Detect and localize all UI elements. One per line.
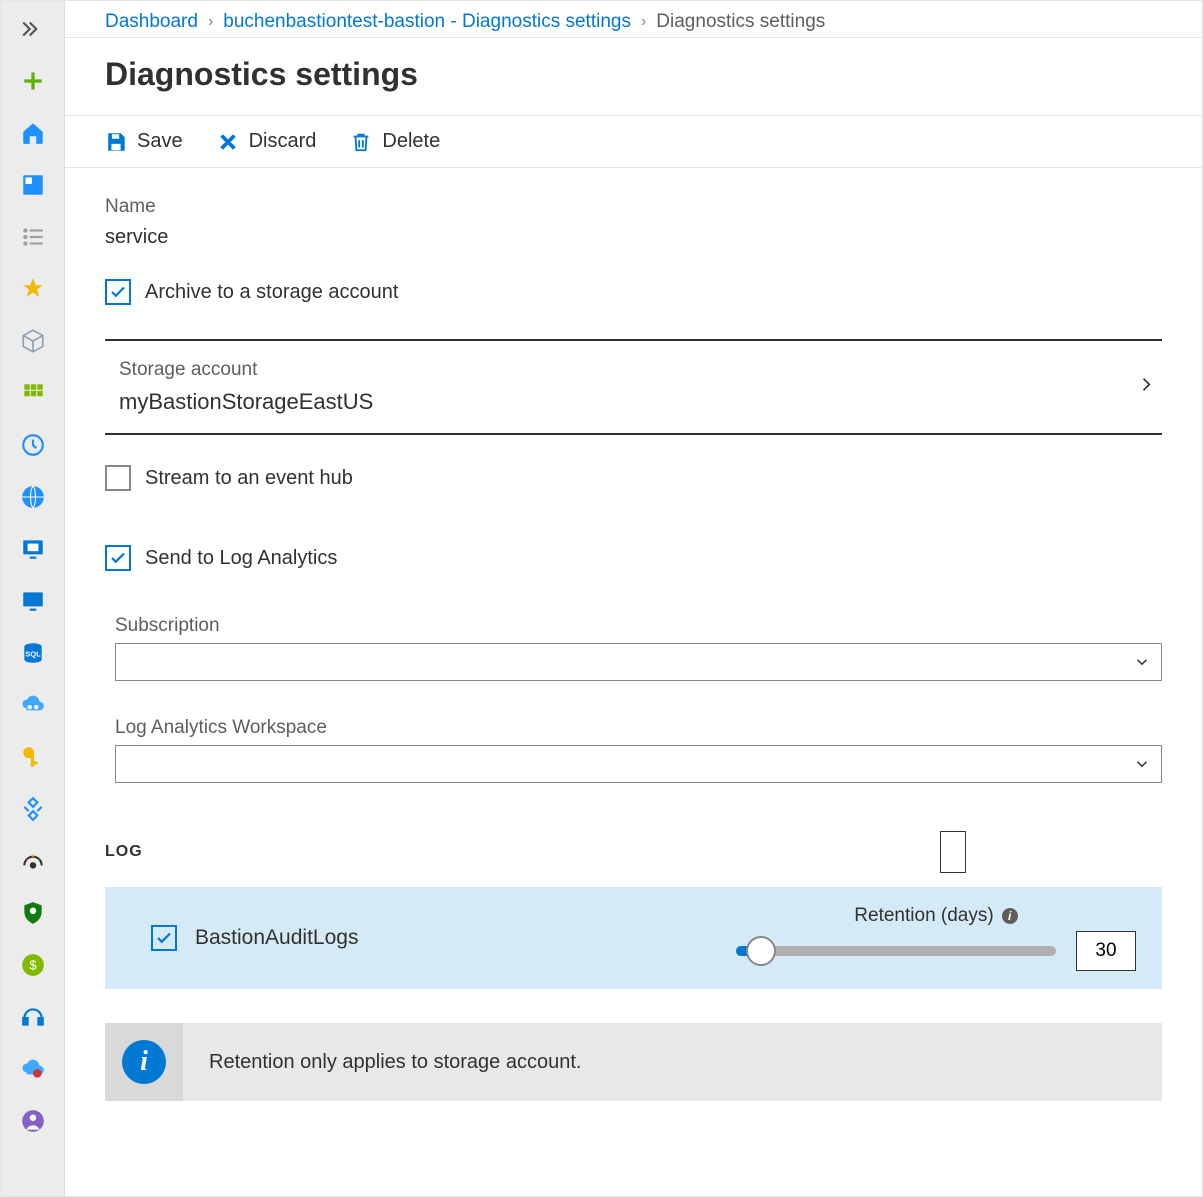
gauge-icon[interactable] [13, 841, 53, 881]
name-label: Name [105, 196, 1162, 218]
save-icon [105, 131, 127, 153]
log-row-bastionauditlogs: BastionAuditLogs Retention (days) i [105, 887, 1162, 989]
archive-label: Archive to a storage account [145, 281, 398, 304]
chevron-down-icon [1133, 653, 1151, 671]
page-title: Diagnostics settings [65, 38, 1202, 115]
save-button[interactable]: Save [105, 130, 183, 153]
key-icon[interactable] [13, 737, 53, 777]
clock-icon[interactable] [13, 425, 53, 465]
breadcrumb-current: Diagnostics settings [656, 11, 825, 33]
subscription-dropdown[interactable] [115, 643, 1162, 681]
chevron-right-icon: › [208, 13, 213, 31]
monitor2-icon[interactable] [13, 581, 53, 621]
delete-button[interactable]: Delete [350, 130, 440, 153]
person-icon[interactable] [13, 1101, 53, 1141]
info-bar: i Retention only applies to storage acco… [105, 1023, 1162, 1101]
name-value: service [105, 226, 1162, 249]
retention-label: Retention (days) [854, 905, 993, 927]
storage-label: Storage account [119, 359, 1162, 381]
retention-input[interactable] [1076, 931, 1136, 971]
discard-button[interactable]: Discard [217, 130, 317, 153]
slider-thumb[interactable] [746, 936, 776, 966]
support-icon[interactable] [13, 997, 53, 1037]
expand-rail-icon[interactable] [13, 9, 53, 49]
log-item-name: BastionAuditLogs [195, 926, 358, 950]
chevron-down-icon [1133, 755, 1151, 773]
apps-icon[interactable] [13, 373, 53, 413]
storage-account-picker[interactable]: Storage account myBastionStorageEastUS [105, 339, 1162, 435]
check-icon [109, 283, 127, 301]
svg-text:SQL: SQL [25, 649, 41, 658]
monitor1-icon[interactable] [13, 529, 53, 569]
home-icon[interactable] [13, 113, 53, 153]
archive-checkbox[interactable] [105, 279, 131, 305]
sql-icon[interactable]: SQL [13, 633, 53, 673]
log-section-label: LOG [105, 843, 143, 861]
dashboard-icon[interactable] [13, 165, 53, 205]
cube-icon[interactable] [13, 321, 53, 361]
subscription-label: Subscription [115, 615, 1162, 637]
check-icon [155, 929, 173, 947]
info-message: Retention only applies to storage accoun… [183, 1051, 581, 1074]
shield-icon[interactable] [13, 893, 53, 933]
check-icon [109, 549, 127, 567]
trash-icon [350, 131, 372, 153]
create-resource-icon[interactable] [13, 61, 53, 101]
network-icon[interactable] [13, 789, 53, 829]
send-log-analytics-checkbox[interactable] [105, 545, 131, 571]
chevron-right-icon: › [641, 13, 646, 31]
breadcrumb: Dashboard › buchenbastiontest-bastion - … [65, 1, 1202, 38]
stream-label: Stream to an event hub [145, 467, 353, 490]
cloud-badge-icon[interactable] [13, 1049, 53, 1089]
storage-value: myBastionStorageEastUS [119, 389, 1162, 415]
cost-icon[interactable]: $ [13, 945, 53, 985]
log-header-box [940, 831, 966, 873]
retention-slider[interactable] [736, 946, 1056, 956]
breadcrumb-dashboard[interactable]: Dashboard [105, 11, 198, 33]
all-services-icon[interactable] [13, 217, 53, 257]
svg-text:$: $ [29, 957, 37, 972]
favorites-icon[interactable] [13, 269, 53, 309]
send-la-label: Send to Log Analytics [145, 547, 337, 570]
stream-checkbox[interactable] [105, 465, 131, 491]
globe-icon[interactable] [13, 477, 53, 517]
chevron-right-icon [1136, 375, 1156, 400]
left-nav-rail: SQL $ [1, 1, 65, 1196]
law-dropdown[interactable] [115, 745, 1162, 783]
log-item-checkbox[interactable] [151, 925, 177, 951]
discard-label: Discard [249, 130, 317, 153]
cloud-settings-icon[interactable] [13, 685, 53, 725]
close-icon [217, 131, 239, 153]
breadcrumb-resource[interactable]: buchenbastiontest-bastion - Diagnostics … [223, 11, 631, 33]
toolbar: Save Discard Delete [65, 116, 1202, 168]
save-label: Save [137, 130, 183, 153]
info-icon[interactable]: i [1002, 908, 1018, 924]
info-icon-cell: i [105, 1023, 183, 1101]
delete-label: Delete [382, 130, 440, 153]
law-label: Log Analytics Workspace [115, 717, 1162, 739]
info-icon: i [122, 1040, 166, 1084]
